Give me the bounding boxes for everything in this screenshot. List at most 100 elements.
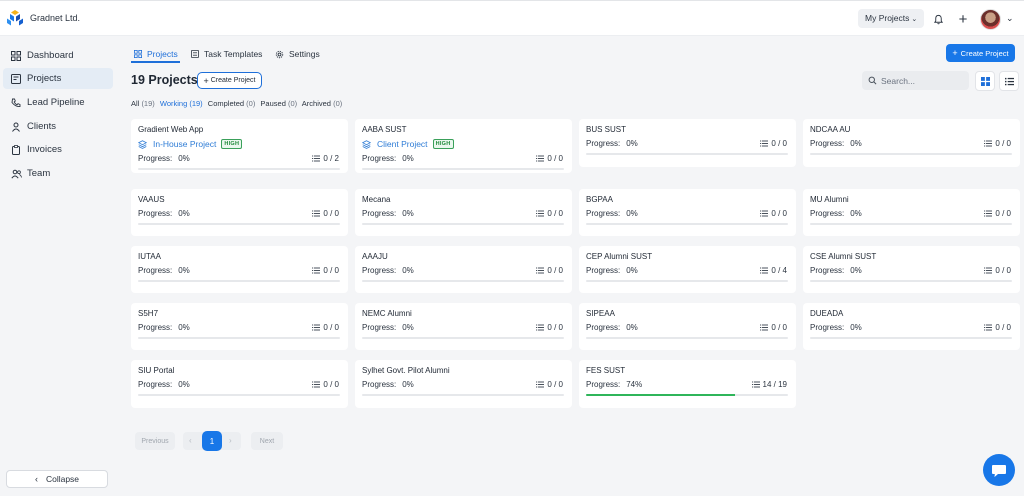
top-bar: Gradnet Ltd. My Projects ⌄ + ⌄ xyxy=(0,0,1024,36)
task-list-icon xyxy=(760,210,769,217)
chevron-down-icon[interactable]: ⌄ xyxy=(1006,13,1014,24)
sidebar-item-dashboard[interactable]: Dashboard xyxy=(3,45,113,66)
sidebar-item-invoices[interactable]: Invoices xyxy=(3,139,113,160)
filter-label: Working xyxy=(159,99,188,108)
task-list-icon xyxy=(312,324,321,331)
page-title: 19 Projects xyxy=(131,73,198,87)
sidebar-item-label: Dashboard xyxy=(27,50,74,61)
project-name: AABA SUST xyxy=(362,125,407,134)
filter-all[interactable]: All (19) xyxy=(131,99,155,108)
project-name: IUTAA xyxy=(138,252,161,261)
sidebar-item-team[interactable]: Team xyxy=(3,163,113,184)
filter-archived[interactable]: Archived (0) xyxy=(302,99,342,108)
create-project-button[interactable]: + Create Project xyxy=(946,44,1015,62)
users-icon xyxy=(10,168,22,180)
project-card[interactable]: Gradient Web App In-House Project HIGH Prog… xyxy=(131,119,348,173)
sidebar-item-projects[interactable]: Projects xyxy=(3,68,113,89)
progress-bar xyxy=(362,168,564,170)
grid-view-icon xyxy=(980,76,990,86)
task-count-value: 0 / 4 xyxy=(771,266,787,275)
project-card[interactable]: DUEADA Progress: 0% 0 / 0 xyxy=(803,303,1020,350)
project-card[interactable]: SIU Portal Progress: 0% 0 / 0 xyxy=(131,360,348,408)
project-card[interactable]: MU Alumni Progress: 0% 0 / 0 xyxy=(803,189,1020,236)
filter-label: Completed xyxy=(207,99,245,108)
progress-bar xyxy=(362,280,564,282)
sidebar-item-lead-pipeline[interactable]: Lead Pipeline xyxy=(3,92,113,113)
layers-icon xyxy=(138,139,147,149)
project-card[interactable]: AABA SUST Client Project HIGH Progress: 0% 0 … xyxy=(355,119,572,173)
next-page-button[interactable]: Next xyxy=(251,432,283,450)
progress-bar xyxy=(138,168,340,170)
progress-label: Progress: xyxy=(138,154,173,163)
tab-task-templates[interactable]: Task Templates xyxy=(191,47,262,61)
plus-icon[interactable]: + xyxy=(953,9,973,29)
task-count: 0 / 0 xyxy=(312,209,339,218)
progress-value: 0% xyxy=(178,266,190,275)
project-card[interactable]: Sylhet Govt. Pilot Alumni Progress: 0% 0 / … xyxy=(355,360,572,408)
chat-button[interactable] xyxy=(983,454,1015,486)
project-card[interactable]: AAAJU Progress: 0% 0 / 0 xyxy=(355,246,572,293)
progress-bar xyxy=(362,394,564,396)
avatar[interactable] xyxy=(980,9,1001,30)
project-card[interactable]: NDCAA AU Progress: 0% 0 / 0 xyxy=(803,119,1020,167)
filter-completed[interactable]: Completed (0) xyxy=(208,99,256,108)
project-card[interactable]: CEP Alumni SUST Progress: 0% 0 / 4 xyxy=(579,246,796,293)
chevron-right-icon[interactable]: › xyxy=(229,436,232,445)
tab-settings[interactable]: Settings xyxy=(275,47,320,61)
project-name: BUS SUST xyxy=(586,125,627,134)
progress-value: 0% xyxy=(402,380,414,389)
sidebar-item-label: Team xyxy=(27,168,51,179)
progress-value: 0% xyxy=(178,209,190,218)
task-count: 0 / 0 xyxy=(760,209,787,218)
project-card[interactable]: BUS SUST Progress: 0% 0 / 0 xyxy=(579,119,796,167)
project-card[interactable]: BGPAA Progress: 0% 0 / 0 xyxy=(579,189,796,236)
progress-value: 0% xyxy=(626,266,638,275)
project-card[interactable]: SIPEAA Progress: 0% 0 / 0 xyxy=(579,303,796,350)
filter-working[interactable]: Working (19) xyxy=(160,99,203,108)
progress-bar xyxy=(810,280,1012,282)
project-name: CEP Alumni SUST xyxy=(586,252,653,261)
project-card[interactable]: FES SUST Progress: 74% 14 / 19 xyxy=(579,360,796,408)
progress-value: 0% xyxy=(850,266,862,275)
tab-projects[interactable]: Projects xyxy=(134,47,178,61)
grid-view-button[interactable] xyxy=(975,71,995,91)
progress-value: 0% xyxy=(178,323,190,332)
sidebar-item-label: Projects xyxy=(27,73,62,84)
create-project-outline-button[interactable]: + Create Project xyxy=(197,72,262,89)
project-name: CSE Alumni SUST xyxy=(810,252,877,261)
search-input[interactable]: Search... xyxy=(862,71,969,90)
tab-label: Projects xyxy=(147,49,178,59)
task-list-icon xyxy=(312,381,321,388)
progress-value: 0% xyxy=(402,266,414,275)
bell-icon[interactable] xyxy=(928,9,948,29)
task-list-icon xyxy=(536,381,545,388)
task-count: 0 / 0 xyxy=(536,266,563,275)
app-logo-icon[interactable] xyxy=(6,9,24,27)
progress-bar-fill xyxy=(586,394,736,396)
chevron-left-icon[interactable]: ‹ xyxy=(189,436,192,445)
filter-paused[interactable]: Paused (0) xyxy=(260,99,297,108)
sidebar-item-clients[interactable]: Clients xyxy=(3,116,113,137)
progress-text: Progress: 0% xyxy=(586,209,638,218)
project-card[interactable]: CSE Alumni SUST Progress: 0% 0 / 0 xyxy=(803,246,1020,293)
task-list-icon xyxy=(751,381,760,388)
project-card[interactable]: VAAUS Progress: 0% 0 / 0 xyxy=(131,189,348,236)
my-projects-label: My Projects xyxy=(865,13,910,23)
progress-value: 0% xyxy=(178,380,190,389)
collapse-button[interactable]: ‹ Collapse xyxy=(6,470,108,488)
list-view-button[interactable] xyxy=(999,71,1019,91)
progress-text: Progress: 0% xyxy=(362,154,414,163)
project-card[interactable]: Mecana Progress: 0% 0 / 0 xyxy=(355,189,572,236)
project-card[interactable]: NEMC Alumni Progress: 0% 0 / 0 xyxy=(355,303,572,350)
sidebar-item-label: Invoices xyxy=(27,144,62,155)
previous-page-button[interactable]: Previous xyxy=(135,432,175,450)
project-name: S5H7 xyxy=(138,309,159,318)
task-count-value: 0 / 0 xyxy=(995,139,1011,148)
page-number-current[interactable]: 1 xyxy=(202,431,222,451)
project-card[interactable]: IUTAA Progress: 0% 0 / 0 xyxy=(131,246,348,293)
my-projects-dropdown[interactable]: My Projects ⌄ xyxy=(858,9,925,28)
progress-label: Progress: xyxy=(138,323,173,332)
project-card[interactable]: S5H7 Progress: 0% 0 / 0 xyxy=(131,303,348,350)
task-list-icon xyxy=(312,267,321,274)
task-list-icon xyxy=(536,267,545,274)
